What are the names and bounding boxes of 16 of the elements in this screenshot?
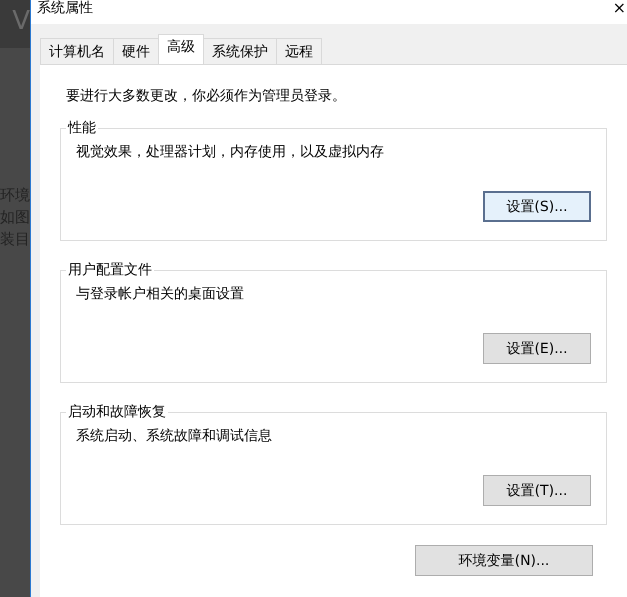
tab[interactable]: 远程 bbox=[276, 38, 322, 64]
group-title: 用户配置文件 bbox=[67, 261, 153, 279]
environment-variables-button[interactable]: 环境变量(N)... bbox=[415, 545, 593, 576]
window-title: 系统属性 bbox=[37, 0, 93, 16]
settings-button[interactable]: 设置(S)... bbox=[483, 191, 591, 222]
group-description: 与登录帐户相关的桌面设置 bbox=[76, 285, 245, 303]
group-description: 视觉效果，处理器计划，内存使用，以及虚拟内存 bbox=[76, 143, 385, 161]
group-description: 系统启动、系统故障和调试信息 bbox=[76, 427, 273, 445]
close-button[interactable]: × bbox=[612, 0, 626, 16]
settings-button[interactable]: 设置(E)... bbox=[483, 333, 591, 364]
settings-button[interactable]: 设置(T)... bbox=[483, 475, 591, 506]
tab[interactable]: 计算机名 bbox=[40, 38, 114, 64]
group-title: 启动和故障恢复 bbox=[67, 403, 167, 421]
group-title: 性能 bbox=[66, 119, 97, 137]
notice-text: 要进行大多数更改，你必须作为管理员登录。 bbox=[66, 87, 347, 105]
tab[interactable]: 高级 bbox=[158, 34, 204, 64]
